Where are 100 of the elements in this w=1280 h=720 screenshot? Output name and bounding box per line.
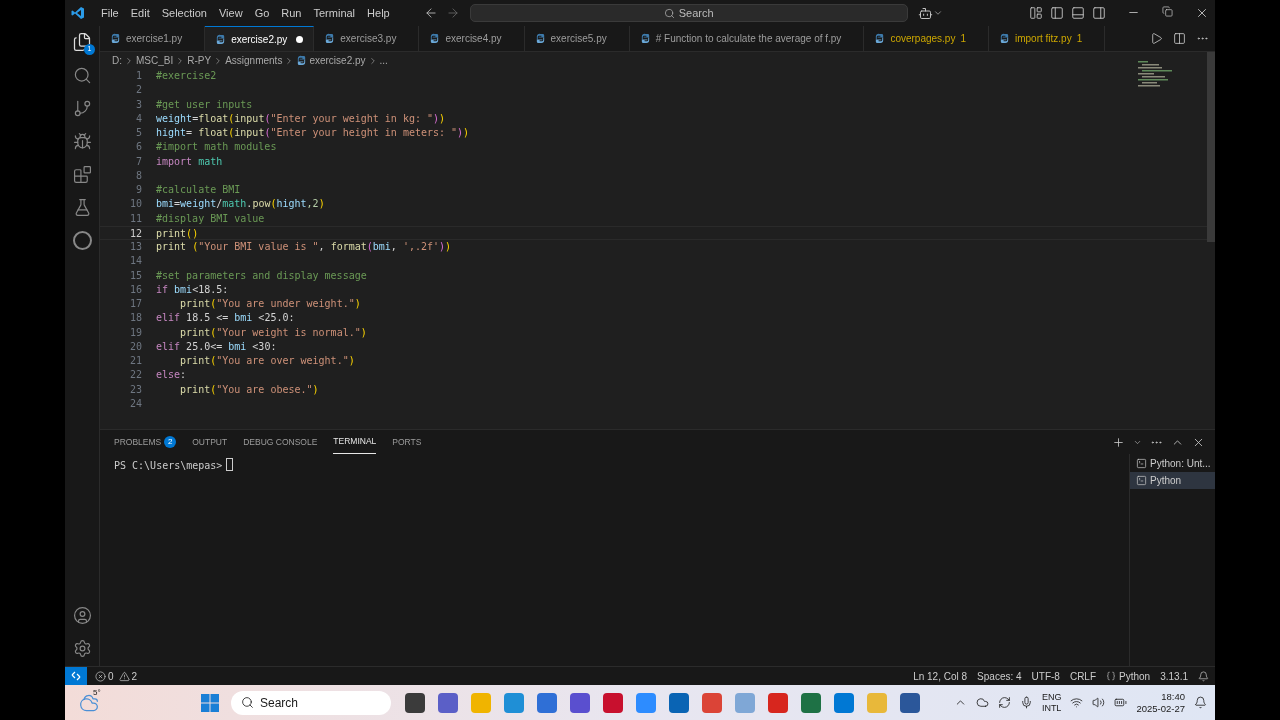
language-indicator[interactable]: ENG [1041,691,1062,703]
line-number: 3 [134,97,143,112]
run-debug-icon[interactable] [72,132,92,151]
menu-item[interactable]: Help [361,4,396,22]
clock-date[interactable]: 2025-02-27 [1136,702,1185,715]
panel-right-icon[interactable] [1092,6,1106,20]
python-file-icon [534,33,546,44]
line-number: 12 [128,226,143,239]
code-line: #exercise2 [156,69,217,83]
code-line: elif 18.5 <= bmi <25.0: [156,311,295,326]
code-line: bmi=weight/math.pow(hight,2) [156,197,325,212]
braces-icon [1106,671,1117,681]
terminal-prompt: PS C:\Users\mepas> [114,459,223,473]
breadcrumb-item[interactable]: ... [379,53,388,68]
notification-icon[interactable] [1194,696,1207,709]
remote-button[interactable] [65,667,87,685]
search-field[interactable]: Search [469,4,908,22]
new-terminal-icon[interactable] [1112,435,1125,449]
problem-count: 1 [1076,32,1083,46]
editor-tab[interactable]: # Function to calculate the average of f.py [629,26,865,51]
search-icon[interactable] [72,66,92,85]
sync-icon[interactable] [997,696,1011,709]
account-icon[interactable] [72,606,92,625]
editor-tab[interactable]: import fitz.py 1 [989,26,1106,51]
microphone-icon[interactable] [1019,696,1033,709]
terminal-list-item[interactable]: Python [1130,472,1215,489]
app-logo-icon [71,6,85,20]
panel-tab[interactable]: PROBLEMS 2 [114,430,177,454]
volume-icon[interactable] [1092,696,1106,709]
clock-time[interactable]: 18:40 [1161,690,1185,703]
start-icon[interactable] [201,693,219,712]
wifi-icon[interactable] [1070,696,1084,709]
code-line: else: [156,368,187,383]
editor-tab[interactable]: coverpages.py 1 [864,26,989,51]
status-item[interactable]: CRLF [1069,668,1097,684]
restore-icon[interactable] [1162,6,1173,17]
status-item[interactable]: Python [1106,668,1151,684]
menu-item[interactable]: Selection [155,4,213,22]
panel-tab[interactable]: OUTPUT [192,430,228,454]
code-line: print("Your weight is normal.") [179,325,367,340]
panel-tab[interactable]: TERMINAL [333,430,377,454]
status-item[interactable]: Spaces: 4 [977,668,1022,684]
line-number: 20 [128,339,143,354]
line-number: 24 [128,396,143,411]
menu-item[interactable]: Run [275,4,308,22]
scrollbar[interactable] [1207,52,1215,242]
run-icon[interactable] [1150,32,1163,45]
breadcrumb-item[interactable]: R-PY [187,53,212,68]
layout-icon[interactable] [1029,6,1043,20]
python-file-icon [324,33,336,44]
battery-icon[interactable] [1114,696,1128,709]
panel-tab[interactable]: DEBUG CONSOLE [243,430,318,454]
extensions-icon[interactable] [72,165,92,184]
editor-tab[interactable]: exercise2.py [205,26,315,51]
problems-status[interactable]: 0 2 [95,668,138,684]
code-line: elif 25.0<= bmi <30: [156,339,277,354]
code-line: if bmi<18.5: [156,282,229,297]
tab-label: exercise3.py [340,32,397,46]
breadcrumb-item[interactable]: exercise2.py [309,53,366,68]
settings-icon[interactable] [72,639,92,658]
chevron-down-icon[interactable] [932,8,943,18]
split-editor-icon[interactable] [1173,32,1186,45]
menu-item[interactable]: File [95,4,125,22]
taskbar-search[interactable]: Search [231,690,391,715]
panel-left-icon[interactable] [1050,6,1064,20]
language-indicator[interactable]: INTL [1041,702,1062,714]
back-icon[interactable] [423,6,438,20]
breadcrumb-item[interactable]: MSC_BI [136,53,174,68]
editor-tab[interactable]: exercise4.py [419,26,525,51]
breadcrumb-item[interactable]: D: [112,53,122,68]
explorer-icon[interactable] [72,32,92,52]
line-number: 23 [128,382,143,397]
code-line: print("You are under weight.") [179,297,361,311]
line-number: 1 [134,69,143,83]
cloud-icon[interactable] [975,696,989,709]
menu-item[interactable]: View [212,4,249,22]
code-line: print("You are over weight.") [179,354,355,368]
terminal-list-item[interactable]: Python: Unt... [1130,455,1215,472]
menu-item[interactable]: Go [248,4,276,22]
line-number: 9 [134,183,143,197]
search-icon [663,7,675,19]
status-item[interactable]: UTF-8 [1031,668,1060,684]
editor-tab[interactable]: exercise3.py [314,26,420,51]
copilot-icon[interactable] [917,5,933,21]
forward-icon[interactable] [445,6,460,20]
python-file-icon [429,33,441,44]
menu-item[interactable]: Edit [124,4,156,22]
menu-item[interactable]: Terminal [307,4,362,22]
code-line: print() [156,226,199,239]
close-icon[interactable] [1195,6,1209,20]
status-item[interactable]: Ln 12, Col 8 [913,668,968,684]
breadcrumb-item[interactable]: Assignments [225,53,283,68]
panel-tab[interactable]: PORTS [392,430,422,454]
status-item[interactable]: 3.13.1 [1160,668,1188,684]
python-file-icon [110,33,121,44]
notification-icon[interactable] [1198,670,1209,682]
panel-bottom-icon[interactable] [1071,6,1085,20]
line-number: 21 [128,354,143,368]
editor-tab[interactable]: exercise5.py [524,26,630,51]
source-control-icon[interactable] [72,99,92,118]
